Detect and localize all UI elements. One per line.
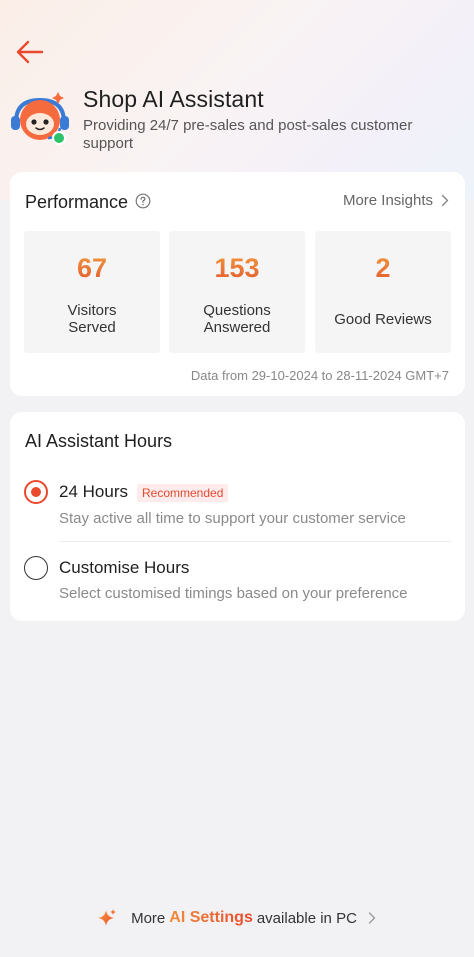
more-insights-link[interactable]: More Insights bbox=[343, 192, 449, 209]
stat-label: Good Reviews bbox=[334, 311, 432, 328]
footer-prefix: More bbox=[131, 909, 166, 927]
recommended-badge: Recommended bbox=[137, 484, 229, 502]
stat-label: Questions Answered bbox=[203, 302, 271, 336]
stat-visitors-served: 67 Visitors Served bbox=[24, 231, 160, 353]
performance-card: Performance More Insights 67 Visitors Se… bbox=[10, 172, 465, 396]
more-insights-label: More Insights bbox=[342, 192, 433, 209]
stat-questions-answered: 153 Questions Answered bbox=[169, 231, 305, 353]
radio-customise-hours[interactable] bbox=[24, 556, 48, 580]
page-subtitle: Providing 24/7 pre-sales and post-sales … bbox=[83, 117, 413, 152]
assistant-hours-title: AI Assistant Hours bbox=[25, 431, 173, 451]
chevron-right-icon bbox=[441, 194, 449, 207]
page-header: Shop AI Assistant Providing 24/7 pre-sal… bbox=[0, 0, 474, 200]
divider bbox=[59, 541, 451, 542]
stat-value: 67 bbox=[24, 253, 160, 284]
sparkle-icon bbox=[98, 909, 117, 926]
assistant-hours-card: AI Assistant Hours 24 Hours Recommended … bbox=[10, 412, 465, 621]
data-date-range: Data from 29-10-2024 to 28-11-2024 GMT+7 bbox=[190, 368, 449, 383]
option-customise-hours-description: Select customised timings based on your … bbox=[59, 585, 408, 602]
option-24-hours-description: Stay active all time to support your cus… bbox=[59, 510, 406, 527]
footer-suffix: available in PC bbox=[256, 909, 357, 927]
page-title: Shop AI Assistant bbox=[83, 86, 264, 112]
option-customise-hours-label[interactable]: Customise Hours bbox=[59, 558, 189, 578]
arrow-left-icon[interactable] bbox=[14, 36, 46, 68]
stat-value: 2 bbox=[315, 253, 451, 284]
chevron-right-icon bbox=[368, 912, 376, 924]
stat-label: Visitors Served bbox=[67, 302, 117, 336]
question-circle-icon[interactable] bbox=[135, 193, 151, 209]
radio-24-hours[interactable] bbox=[24, 480, 48, 504]
stat-good-reviews: 2 Good Reviews bbox=[315, 231, 451, 353]
ai-settings-highlight: AI Settings bbox=[169, 909, 253, 926]
option-24-hours-label[interactable]: 24 Hours bbox=[59, 482, 128, 502]
performance-title: Performance bbox=[25, 192, 129, 212]
more-ai-settings-link[interactable]: More AI Settings available in PC bbox=[0, 908, 474, 928]
stat-value: 153 bbox=[169, 253, 305, 284]
ai-mascot-icon bbox=[11, 92, 69, 145]
